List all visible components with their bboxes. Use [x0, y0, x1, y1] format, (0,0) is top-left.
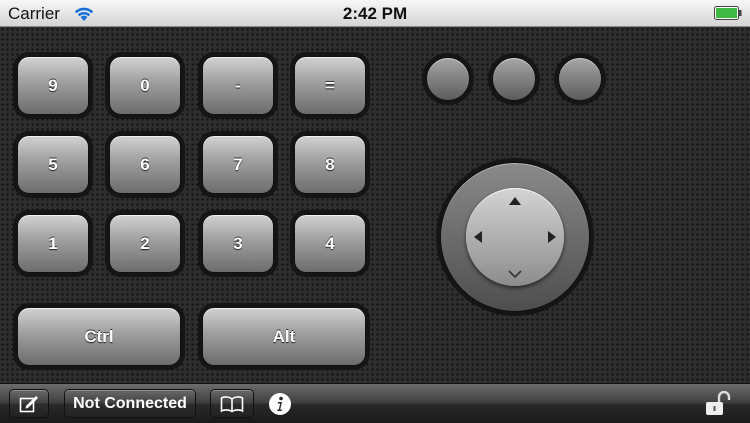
bookmarks-icon [220, 395, 244, 412]
key-3[interactable]: 3 [202, 214, 274, 273]
unlock-icon [706, 390, 731, 415]
round-button-2[interactable] [492, 57, 536, 101]
round-button-3[interactable] [558, 57, 602, 101]
status-bar: Carrier 2:42 PM [0, 0, 750, 27]
key-minus[interactable]: - [202, 56, 274, 115]
key-4[interactable]: 4 [294, 214, 366, 273]
bookmarks-button[interactable] [210, 389, 254, 418]
edit-button[interactable] [9, 389, 49, 418]
round-button-1[interactable] [426, 57, 470, 101]
info-button[interactable] [268, 392, 292, 416]
alt-key[interactable]: Alt [202, 307, 366, 366]
lock-button[interactable] [704, 390, 732, 417]
key-6[interactable]: 6 [109, 135, 181, 194]
dpad-left-icon[interactable] [474, 231, 482, 243]
key-5[interactable]: 5 [17, 135, 89, 194]
edit-icon [19, 395, 38, 412]
status-time: 2:42 PM [342, 4, 408, 23]
ctrl-key[interactable]: Ctrl [17, 307, 181, 366]
key-9[interactable]: 9 [17, 56, 89, 115]
info-icon [269, 393, 291, 415]
key-2[interactable]: 2 [109, 214, 181, 273]
battery-icon [714, 6, 742, 20]
dpad-up-icon[interactable] [509, 197, 521, 205]
bottom-toolbar: Not Connected [0, 383, 750, 423]
key-7[interactable]: 7 [202, 135, 274, 194]
connection-status-button[interactable]: Not Connected [64, 389, 196, 418]
key-1[interactable]: 1 [17, 214, 89, 273]
dpad-right-icon[interactable] [548, 231, 556, 243]
key-8[interactable]: 8 [294, 135, 366, 194]
dpad-down-icon[interactable] [507, 268, 523, 280]
key-0[interactable]: 0 [109, 56, 181, 115]
key-equals[interactable]: = [294, 56, 366, 115]
